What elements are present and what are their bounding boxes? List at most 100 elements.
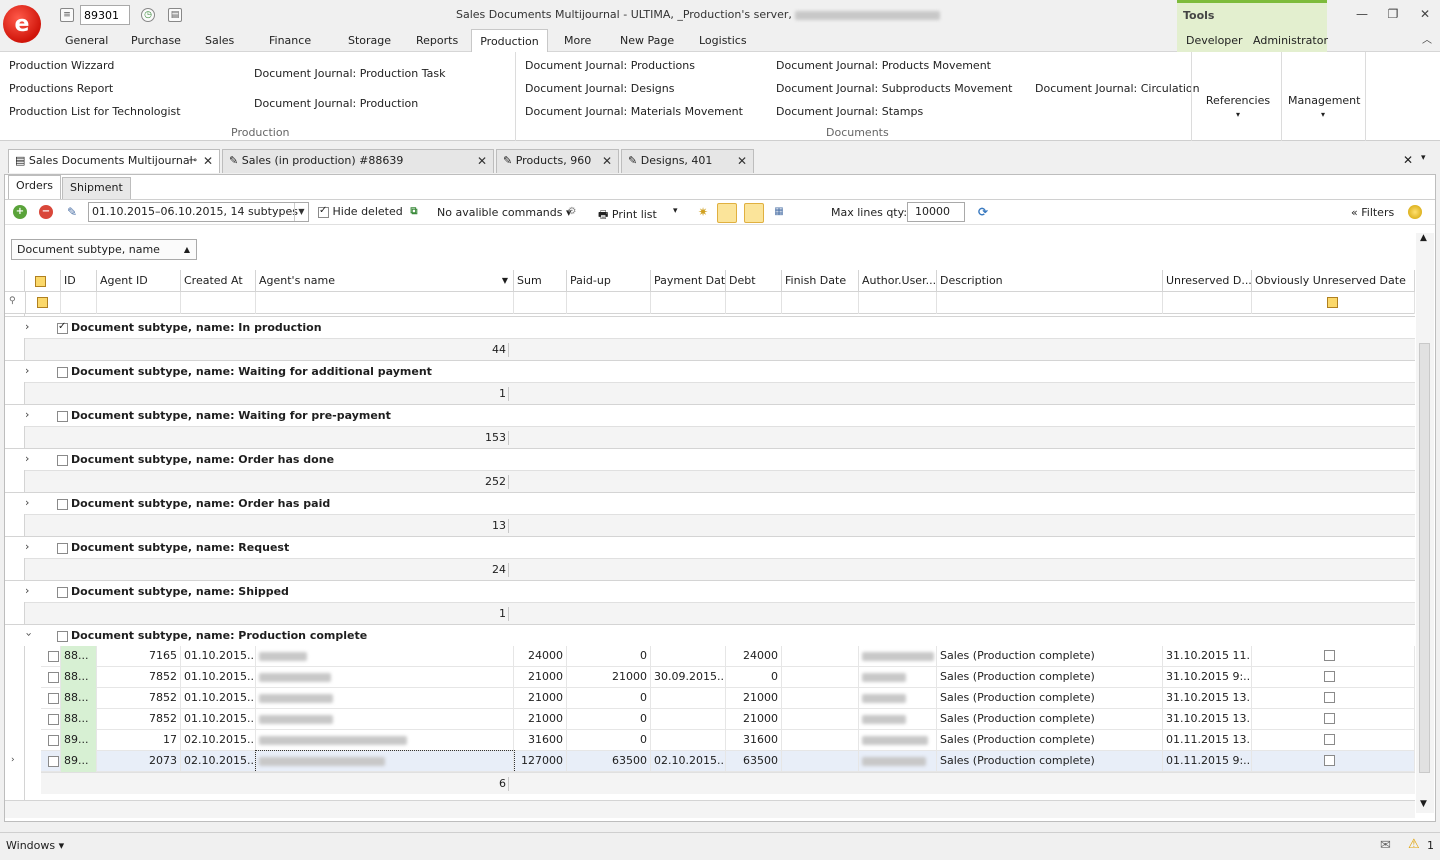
cell-finish-date[interactable] [782,730,859,751]
cell-obviously-unreserved[interactable] [1252,709,1415,730]
cell-desc[interactable]: Sales (Production complete) [937,688,1163,709]
doctab-products[interactable]: ✎ Products, 960 ✕ [496,149,619,173]
cell-agent-name[interactable] [256,730,514,751]
cell-agent-id[interactable]: 2073 [97,751,181,772]
cell-paid[interactable]: 0 [567,646,651,667]
ribbon-management-button[interactable]: Management ▾ [1288,94,1360,120]
group-row[interactable]: › Document subtype, name: Production comp… [5,624,1415,646]
col-id[interactable]: ID [61,270,97,292]
cell-sum[interactable]: 21000 [514,667,567,688]
cell-author[interactable] [859,730,937,751]
cell-desc[interactable]: Sales (Production complete) [937,730,1163,751]
cell-finish-date[interactable] [782,646,859,667]
delete-icon[interactable]: − [39,205,53,219]
group-checkbox[interactable] [57,587,68,598]
doctab-designs[interactable]: ✎ Designs, 401 ✕ [621,149,754,173]
row-checkbox-cell[interactable] [41,688,61,709]
collapse-ribbon-icon[interactable]: ︿ [1420,34,1434,48]
cell-author[interactable] [859,709,937,730]
cell-unreserved[interactable]: 31.10.2015 9:... [1163,667,1252,688]
close-tab-icon[interactable]: ✕ [203,150,213,172]
cell-sum[interactable]: 21000 [514,688,567,709]
cell-finish-date[interactable] [782,688,859,709]
filter-row[interactable]: ⚲ [5,292,1415,314]
row-checkbox[interactable] [48,713,59,725]
col-unreserved-date[interactable]: Unreserved D... [1163,270,1252,292]
expand-icon[interactable]: › [25,584,29,597]
filter-checkbox[interactable] [37,297,48,308]
cell-created[interactable]: 02.10.2015... [181,751,256,772]
cell-agent-id[interactable]: 17 [97,730,181,751]
close-all-tabs-icon[interactable]: ✕ [1403,153,1413,167]
group-row[interactable]: › Document subtype, name: Shipped [5,580,1415,602]
edit-icon[interactable]: ✎ [65,205,79,219]
row-unreserved-checkbox[interactable] [1324,713,1335,724]
col-description[interactable]: Description [937,270,1163,292]
cell-created[interactable]: 01.10.2015... [181,688,256,709]
cell-debt[interactable]: 31600 [726,730,782,751]
scroll-down-icon[interactable]: ▼ [1420,799,1427,809]
group-row[interactable]: › Document subtype, name: Request [5,536,1415,558]
cell-obviously-unreserved[interactable] [1252,688,1415,709]
layout-icon[interactable]: ▦ [772,205,786,219]
cell-obviously-unreserved[interactable] [1252,730,1415,751]
col-agent-name[interactable]: Agent's name ▼ [256,270,514,292]
subtab-shipment[interactable]: Shipment [62,177,131,199]
tab-developer[interactable]: Developer [1186,34,1243,47]
tab-new-page[interactable]: New Page [620,34,674,47]
cell-unreserved[interactable]: 31.10.2015 13... [1163,709,1252,730]
table-row[interactable]: 88... 7852 01.10.2015... 21000 0 21000 Sales (… [41,688,1415,709]
document-number-input[interactable] [80,5,130,25]
cell-unreserved[interactable]: 31.10.2015 11... [1163,646,1252,667]
cell-finish-date[interactable] [782,667,859,688]
filters-button[interactable]: « Filters [1351,206,1394,219]
ribbon-production-list[interactable]: Production List for Technologist [9,105,181,118]
pin-icon[interactable]: ⊸ [189,150,197,172]
restore-icon[interactable]: ❐ [1386,7,1400,21]
expand-icon[interactable]: › [25,540,29,553]
cell-created[interactable]: 02.10.2015... [181,730,256,751]
mail-icon[interactable]: ✉ [1380,838,1391,853]
tab-general[interactable]: General [65,34,108,47]
tab-storage[interactable]: Storage [348,34,391,47]
group-checkbox[interactable] [57,367,68,378]
row-checkbox[interactable] [48,650,59,662]
cell-id[interactable]: 88... [61,667,97,688]
go-icon[interactable]: ◷ [141,8,155,22]
cell-author[interactable] [859,667,937,688]
max-lines-input[interactable]: 10000 [907,202,965,222]
row-unreserved-checkbox[interactable] [1324,755,1335,766]
cell-desc[interactable]: Sales (Production complete) [937,709,1163,730]
cell-author[interactable] [859,751,937,772]
group-checkbox[interactable] [57,455,68,466]
group-checkbox[interactable] [57,321,68,334]
row-checkbox-cell[interactable] [41,646,61,667]
table-row[interactable]: 88... 7852 01.10.2015... 21000 21000 30.09.20… [41,667,1415,688]
row-checkbox[interactable] [48,692,59,704]
document-icon[interactable]: ≡ [60,8,74,22]
ribbon-dj-designs[interactable]: Document Journal: Designs [525,82,674,95]
hide-deleted-checkbox[interactable]: Hide deleted [318,205,403,218]
ribbon-dj-subproducts-movement[interactable]: Document Journal: Subproducts Movement [776,82,1012,95]
group-row[interactable]: › Document subtype, name: Order has paid [5,492,1415,514]
group-checkbox[interactable] [57,543,68,554]
commands-dropdown[interactable]: No avalible commands ▾ [437,206,572,219]
toggle-view-2[interactable] [744,203,764,223]
table-row[interactable]: 89... 17 02.10.2015... 31600 0 31600 Sales (Pr… [41,730,1415,751]
close-tab-icon[interactable]: ✕ [477,150,487,172]
group-checkbox[interactable] [57,631,68,642]
close-tab-icon[interactable]: ✕ [602,150,612,172]
row-unreserved-checkbox[interactable] [1324,692,1335,703]
group-row[interactable]: › Document subtype, name: Order has done [5,448,1415,470]
cell-finish-date[interactable] [782,709,859,730]
select-all-checkbox[interactable] [25,270,61,292]
ribbon-dj-production[interactable]: Document Journal: Production [254,97,418,110]
col-sum[interactable]: Sum [514,270,567,292]
row-checkbox[interactable] [48,671,59,683]
cell-agent-name[interactable] [256,646,514,667]
group-row[interactable]: › Document subtype, name: Waiting for add… [5,360,1415,382]
date-range-combo[interactable]: 01.10.2015–06.10.2015, 14 subtypes ▼ [88,202,309,222]
cell-sum[interactable]: 21000 [514,709,567,730]
ribbon-production-wizzard[interactable]: Production Wizzard [9,59,114,72]
tabs-menu-icon[interactable]: ▾ [1421,153,1426,163]
